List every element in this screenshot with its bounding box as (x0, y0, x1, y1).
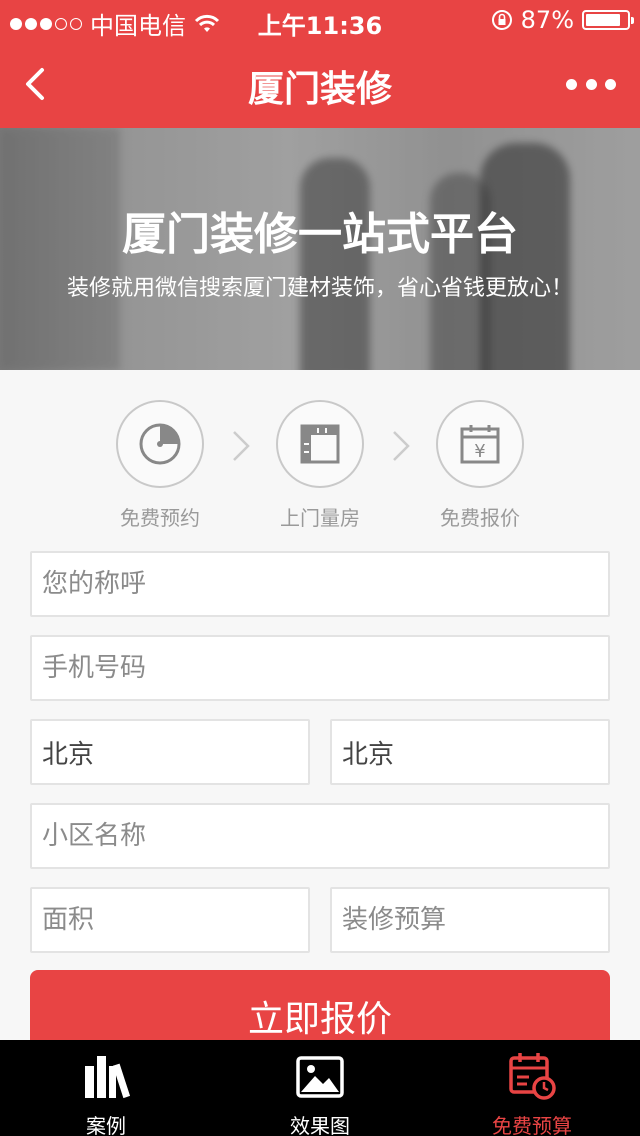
phone-field[interactable] (30, 635, 610, 701)
battery-icon (582, 10, 634, 30)
tab-label: 免费预算 (492, 1114, 572, 1136)
name-input[interactable] (32, 553, 608, 615)
budget-field[interactable] (330, 887, 610, 953)
tab-free-budget[interactable]: 免费预算 (452, 1040, 612, 1136)
rotation-lock-icon (491, 10, 512, 30)
budget-input[interactable] (332, 889, 608, 951)
books-icon (85, 1056, 131, 1099)
process-steps: 免费预约 上门量房 ¥ 免费报价 (0, 400, 640, 530)
chevron-right-icon (393, 431, 410, 461)
svg-text:¥: ¥ (474, 441, 485, 462)
phone-input[interactable] (32, 637, 608, 699)
name-field[interactable] (30, 551, 610, 617)
calendar-clock-icon (509, 1053, 556, 1100)
more-dot (566, 78, 577, 90)
city-input[interactable] (332, 721, 608, 783)
tab-label: 效果图 (290, 1114, 350, 1136)
chevron-right-icon (233, 431, 250, 461)
province-input[interactable] (32, 721, 308, 783)
step-circle (116, 400, 204, 488)
step-circle: ¥ (436, 400, 524, 488)
step-label: 免费报价 (440, 506, 520, 530)
area-input[interactable] (32, 889, 308, 951)
city-select[interactable] (330, 719, 610, 785)
clock-icon (139, 423, 181, 465)
community-input[interactable] (32, 805, 608, 867)
tab-renderings[interactable]: 效果图 (240, 1040, 400, 1136)
more-dots-icon[interactable] (566, 70, 616, 98)
nav-bar: 厦门装修 (0, 40, 640, 128)
ruler-icon (300, 424, 340, 464)
calendar-yen-icon: ¥ (460, 425, 500, 464)
step-label: 免费预约 (120, 506, 200, 530)
status-bar: 中国电信 上午11:36 87% (0, 0, 640, 40)
community-field[interactable] (30, 803, 610, 869)
area-field[interactable] (30, 887, 310, 953)
step-measure-house: 上门量房 (260, 400, 380, 531)
tab-cases[interactable]: 案例 (26, 1040, 186, 1136)
hero-title: 厦门装修一站式平台 (122, 209, 518, 260)
tab-label: 案例 (86, 1114, 126, 1136)
step-label: 上门量房 (280, 506, 360, 530)
status-right: 87% (491, 6, 634, 34)
page-title: 厦门装修 (247, 69, 392, 110)
hero-banner: 厦门装修一站式平台 装修就用微信搜索厦门建材装饰，省心省钱更放心！ (0, 128, 640, 370)
hero-subtitle: 装修就用微信搜索厦门建材装饰，省心省钱更放心！ (66, 276, 573, 301)
image-icon (296, 1056, 344, 1098)
step-circle (276, 400, 364, 488)
more-dot (585, 78, 597, 90)
tab-bar: 案例 效果图 免费预算 (0, 1040, 640, 1136)
step-free-booking: 免费预约 (100, 400, 220, 531)
province-select[interactable] (30, 719, 310, 785)
step-free-quote: ¥ 免费报价 (420, 400, 540, 531)
battery-level (586, 14, 621, 26)
more-dot (605, 78, 616, 90)
battery-percent: 87% (520, 6, 574, 34)
